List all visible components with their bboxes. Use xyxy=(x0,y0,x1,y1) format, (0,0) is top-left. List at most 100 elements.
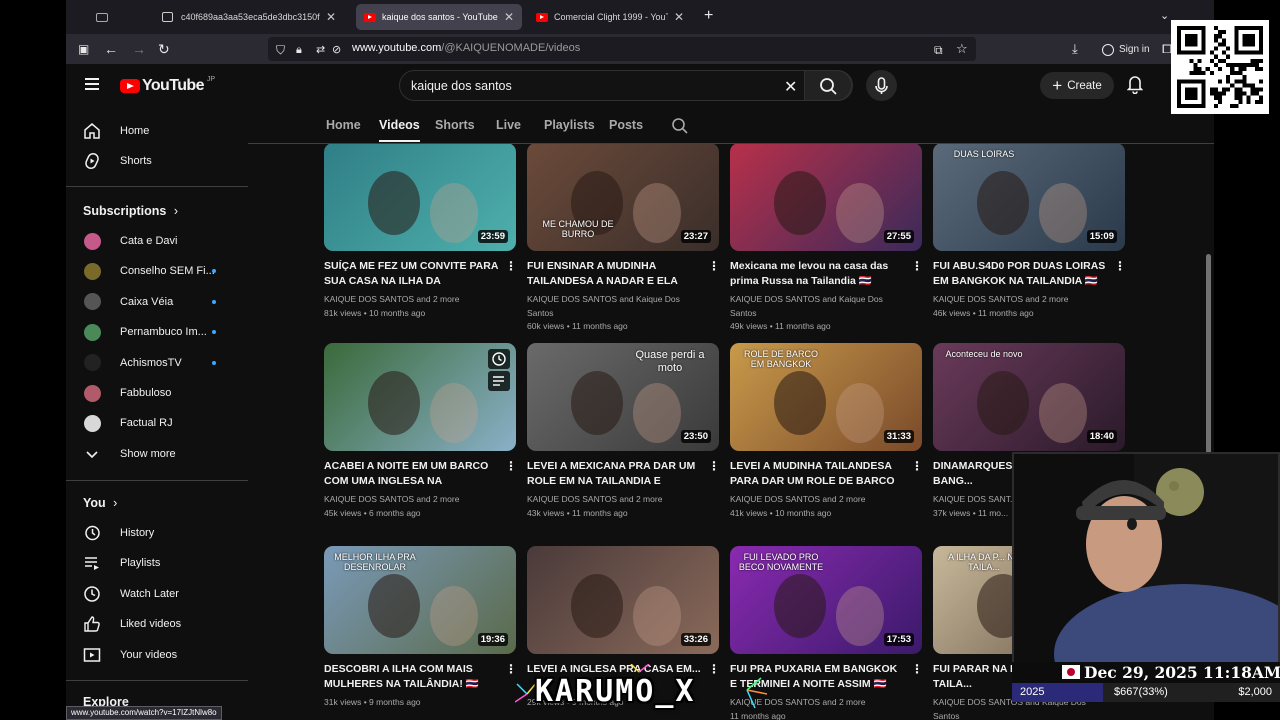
video-card[interactable]: Quase perdi a moto 23:50 LEVEI A MEXICANA … xyxy=(527,343,720,518)
video-card[interactable]: DUAS LOIRAS 15:09 FUI ABU.S4D0 POR DUAS LO… xyxy=(933,144,1126,318)
sidebar-item-home[interactable]: Home xyxy=(66,116,248,146)
tracking-off-icon[interactable]: ⊘ xyxy=(332,41,341,59)
video-card[interactable]: 33:26 LEVEI A INGLESA PRA CASA EM... ⋮ 29k … xyxy=(527,546,720,707)
more-actions-icon[interactable]: ⋮ xyxy=(505,460,517,472)
video-title[interactable]: ACABEI A NOITE EM UM BARCO COM UMA INGLE… xyxy=(324,459,500,489)
new-tab-icon[interactable]: + xyxy=(704,7,713,25)
video-title[interactable]: Mexicana me levou na casa das prima Russ… xyxy=(730,259,906,289)
video-title[interactable]: LEVEI A MUDINHA TAILANDESA PARA DAR UM R… xyxy=(730,459,906,489)
more-actions-icon[interactable]: ⋮ xyxy=(911,260,923,272)
video-stats: 43k views • 11 months ago xyxy=(527,507,703,521)
video-channel-name[interactable]: KAIQUE DOS SANTOS and 2 more xyxy=(933,293,1109,307)
notifications-bell-icon[interactable] xyxy=(1127,74,1143,94)
video-title[interactable]: SUÍÇA ME FEZ UM CONVITE PARA SUA CASA NA… xyxy=(324,259,500,289)
more-actions-icon[interactable]: ⋮ xyxy=(911,460,923,472)
tab-videos[interactable]: Videos xyxy=(379,118,420,142)
sidebar-toggle-tab[interactable] xyxy=(70,4,132,30)
video-card[interactable]: Aconteceu de novo 18:40 DINAMARQUES... CAS… xyxy=(933,343,1126,518)
sidebar-icon[interactable]: ▣ xyxy=(78,40,89,58)
video-title[interactable]: FUI ABU.S4D0 POR DUAS LOIRAS EM BANGKOK … xyxy=(933,259,1109,289)
video-channel-name[interactable]: KAIQUE DOS SANTOS and Kaique Dos Santos xyxy=(527,293,703,320)
video-card[interactable]: ROLE DE BARCO EM BANGKOK 31:33 LEVEI A MUD… xyxy=(730,343,923,518)
clear-search-icon[interactable]: ✕ xyxy=(784,77,797,97)
more-actions-icon[interactable]: ⋮ xyxy=(708,260,720,272)
video-channel-name[interactable]: KAIQUE DOS SANTOS and 2 more xyxy=(324,293,500,307)
create-button[interactable]: + Create xyxy=(1040,72,1114,99)
search-button[interactable] xyxy=(804,70,852,101)
tab-close-icon[interactable]: ✕ xyxy=(498,10,514,24)
video-thumbnail[interactable]: DUAS LOIRAS 15:09 xyxy=(933,144,1125,251)
video-title[interactable]: FUI ENSINAR A MUDINHA TAILANDESA A NADAR… xyxy=(527,259,703,289)
more-actions-icon[interactable]: ⋮ xyxy=(708,460,720,472)
tab-playlists[interactable]: Playlists xyxy=(544,118,595,132)
video-thumbnail[interactable] xyxy=(324,343,516,451)
more-actions-icon[interactable]: ⋮ xyxy=(911,663,923,675)
youtube-logo[interactable]: YouTube JP xyxy=(120,76,215,95)
channel-search-icon[interactable] xyxy=(671,117,689,135)
tab-close-icon[interactable]: ✕ xyxy=(668,10,684,24)
logo-text: YouTube xyxy=(142,77,204,94)
browser-tab-3[interactable]: Comercial Clight 1999 - YouTub ✕ xyxy=(528,4,692,30)
more-actions-icon[interactable]: ⋮ xyxy=(1114,260,1126,272)
more-actions-icon[interactable]: ⋮ xyxy=(505,260,517,272)
video-card[interactable]: ME CHAMOU DE BURRO 23:27 FUI ENSINAR A MUD… xyxy=(527,144,720,331)
video-channel-name[interactable]: KAIQUE DOS SANTOS and 2 more xyxy=(730,493,906,507)
video-card[interactable]: 27:55 Mexicana me levou na casa das prima… xyxy=(730,144,923,331)
video-channel-name[interactable]: KAIQUE DOS SANTOS and 2 more xyxy=(527,493,703,507)
search-input[interactable]: kaique dos santos xyxy=(411,79,512,93)
browser-tab-2[interactable]: kaique dos santos - YouTube ✕ xyxy=(356,4,522,30)
video-thumbnail[interactable]: 23:59 xyxy=(324,144,516,251)
menu-icon[interactable] xyxy=(85,78,99,90)
video-card[interactable]: FUI LEVADO PRO BECO NOVAMENTE 17:53 FUI PR… xyxy=(730,546,923,720)
url-text: www.youtube.com/@KAIQUENOMADE/videos xyxy=(352,42,581,54)
picture-in-picture-icon[interactable]: ⧉ xyxy=(934,41,943,59)
video-thumbnail[interactable]: 33:26 xyxy=(527,546,719,654)
permissions-icon[interactable]: ⇄ xyxy=(316,41,325,59)
search-box[interactable]: kaique dos santos ✕ xyxy=(399,70,853,101)
video-channel-name[interactable]: KAIQUE DOS SANTOS and 2 more xyxy=(324,493,500,507)
video-channel-name[interactable]: KAIQUE DOS SANTOS and Kaique Dos Santos xyxy=(730,293,906,320)
video-stats: 81k views • 10 months ago xyxy=(324,307,500,321)
view-count: 31k views xyxy=(324,697,362,707)
reload-icon[interactable]: ↻ xyxy=(158,40,170,58)
video-card[interactable]: ACABEI A NOITE EM UM BARCO COM UMA INGLE… xyxy=(324,343,517,518)
video-thumbnail[interactable]: MELHOR ILHA PRA DESENROLAR 19:36 xyxy=(324,546,516,654)
tab-list-chevron-icon[interactable]: ⌄ xyxy=(1160,7,1169,25)
video-card[interactable]: MELHOR ILHA PRA DESENROLAR 19:36 DESCOBRI … xyxy=(324,546,517,707)
upload-age: 11 mo... xyxy=(978,507,1009,518)
sign-in-button[interactable]: Sign in xyxy=(1102,41,1150,59)
watch-later-icon[interactable] xyxy=(488,349,510,393)
voice-search-button[interactable] xyxy=(866,70,897,101)
video-thumbnail[interactable]: ROLE DE BARCO EM BANGKOK 31:33 xyxy=(730,343,922,451)
browser-tab-1[interactable]: c40f689aa3aa53eca5de3dbc3150f ✕ xyxy=(154,4,344,30)
donation-goal-bar: 2025 $667(33%) $2,000 xyxy=(1012,683,1280,702)
lock-icon[interactable]: 🔒︎ xyxy=(296,41,302,59)
video-thumbnail[interactable]: ME CHAMOU DE BURRO 23:27 xyxy=(527,144,719,251)
forward-icon[interactable]: → xyxy=(132,40,146,58)
thumbnail-overlay-text: DUAS LOIRAS xyxy=(953,149,1015,159)
upload-age: 10 months ago xyxy=(775,507,832,518)
tab-shorts[interactable]: Shorts xyxy=(435,118,475,132)
shield-icon[interactable]: ⛉ xyxy=(276,41,285,59)
bookmark-star-icon[interactable]: ☆ xyxy=(956,40,968,58)
url-bar[interactable]: ⛉ 🔒︎ ⇄ ⊘ www.youtube.com/@KAIQUENOMADE/v… xyxy=(268,37,976,61)
video-title[interactable]: DESCOBRI A ILHA COM MAIS MULHERES NA TAI… xyxy=(324,662,500,692)
back-icon[interactable]: ← xyxy=(104,40,118,58)
tab-posts[interactable]: Posts xyxy=(609,118,643,132)
tab-close-icon[interactable]: ✕ xyxy=(320,10,336,24)
video-metadata: KAIQUE DOS SANTOS and 2 more 45k views • … xyxy=(324,493,500,520)
video-title[interactable]: LEVEI A MEXICANA PRA DAR UM ROLE EM NA T… xyxy=(527,459,703,489)
view-count: 49k views xyxy=(730,321,768,331)
video-thumbnail[interactable]: 27:55 xyxy=(730,144,922,251)
tab-label: c40f689aa3aa53eca5de3dbc3150f xyxy=(181,12,320,22)
tab-live[interactable]: Live xyxy=(496,118,521,132)
scrollbar-thumb[interactable] xyxy=(1206,254,1211,454)
video-stats: 31k views • 9 months ago xyxy=(324,696,500,710)
video-thumbnail[interactable]: FUI LEVADO PRO BECO NOVAMENTE 17:53 xyxy=(730,546,922,654)
downloads-icon[interactable]: ⤓ xyxy=(1072,40,1078,58)
video-thumbnail[interactable]: Quase perdi a moto 23:50 xyxy=(527,343,719,451)
meta-separator: • xyxy=(970,307,979,318)
video-card[interactable]: 23:59 SUÍÇA ME FEZ UM CONVITE PARA SUA CA… xyxy=(324,144,517,318)
tab-home[interactable]: Home xyxy=(326,118,361,132)
video-thumbnail[interactable]: Aconteceu de novo 18:40 xyxy=(933,343,1125,451)
